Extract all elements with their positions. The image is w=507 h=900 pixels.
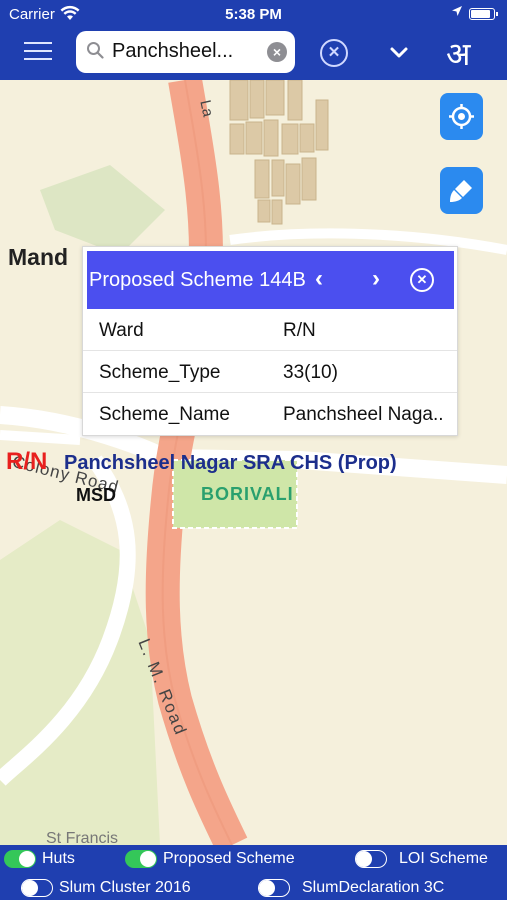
crosshair-icon bbox=[449, 104, 474, 129]
map-view[interactable]: Mand La Colony Road R/N Panchsheel Nagar… bbox=[0, 77, 507, 853]
toggle-label: Huts bbox=[42, 850, 75, 867]
chevron-right-icon[interactable]: › bbox=[372, 265, 380, 293]
status-bar: Carrier 5:38 PM bbox=[0, 0, 507, 28]
row-value: 33(10) bbox=[283, 362, 338, 383]
close-circle-icon[interactable]: ✕ bbox=[320, 39, 348, 67]
map-label-la: La bbox=[196, 98, 217, 119]
location-arrow-icon bbox=[451, 5, 463, 20]
toggle-label: SlumDeclaration 3C bbox=[302, 879, 445, 896]
menu-button[interactable] bbox=[24, 40, 54, 64]
search-bar[interactable]: Panchsheel... × bbox=[76, 31, 295, 73]
paintbrush-icon bbox=[450, 180, 472, 202]
my-location-button[interactable] bbox=[440, 93, 483, 140]
battery-icon bbox=[469, 8, 498, 20]
map-label-mand: Mand bbox=[8, 244, 69, 270]
toggle-label: LOI Scheme bbox=[399, 850, 488, 867]
popup-title: Proposed Scheme 144B bbox=[89, 269, 306, 291]
chevron-left-icon[interactable]: ‹ bbox=[315, 265, 323, 293]
row-key: Ward bbox=[99, 320, 144, 341]
clear-search-icon[interactable]: × bbox=[267, 42, 287, 62]
layer-toggle-bar: Huts Proposed Scheme LOI Scheme Slum Clu… bbox=[0, 845, 507, 900]
chevron-down-icon[interactable] bbox=[389, 42, 409, 62]
row-value: Panchsheel Naga.. bbox=[283, 404, 444, 425]
row-value: R/N bbox=[283, 320, 316, 341]
search-icon bbox=[86, 41, 104, 59]
map-label-scheme-name: Panchsheel Nagar SRA CHS (Prop) bbox=[64, 452, 397, 474]
map-label-borivali: BORIVALI bbox=[201, 484, 294, 504]
row-key: Scheme_Type bbox=[99, 362, 221, 383]
scheme-info-popup: Proposed Scheme 144B ‹ › ✕ Ward R/N Sche… bbox=[82, 246, 458, 436]
toggle-label: Proposed Scheme bbox=[163, 850, 295, 867]
popup-row: Ward R/N bbox=[83, 309, 457, 351]
popup-close-icon[interactable]: ✕ bbox=[410, 268, 434, 292]
search-input[interactable]: Panchsheel... bbox=[112, 40, 233, 63]
map-label-msd: MSD bbox=[76, 485, 116, 505]
app-root: Carrier 5:38 PM Panchsheel... × ✕ अ Mand… bbox=[0, 0, 507, 900]
switch-on[interactable] bbox=[4, 850, 36, 868]
row-key: Scheme_Name bbox=[99, 404, 230, 425]
switch-on[interactable] bbox=[125, 850, 157, 868]
status-time: 5:38 PM bbox=[225, 6, 282, 23]
popup-row: Scheme_Type 33(10) bbox=[83, 351, 457, 393]
switch-off[interactable] bbox=[355, 850, 387, 868]
toggle-label: Slum Cluster 2016 bbox=[59, 879, 191, 896]
popup-row: Scheme_Name Panchsheel Naga.. bbox=[83, 393, 457, 435]
switch-off[interactable] bbox=[258, 879, 290, 897]
map-style-button[interactable] bbox=[440, 167, 483, 214]
popup-header: Proposed Scheme 144B ‹ › ✕ bbox=[87, 251, 454, 309]
switch-off[interactable] bbox=[21, 879, 53, 897]
map-label-ward: R/N bbox=[6, 448, 48, 475]
language-toggle-button[interactable]: अ bbox=[446, 32, 470, 75]
top-bar: Carrier 5:38 PM Panchsheel... × ✕ अ bbox=[0, 0, 507, 80]
